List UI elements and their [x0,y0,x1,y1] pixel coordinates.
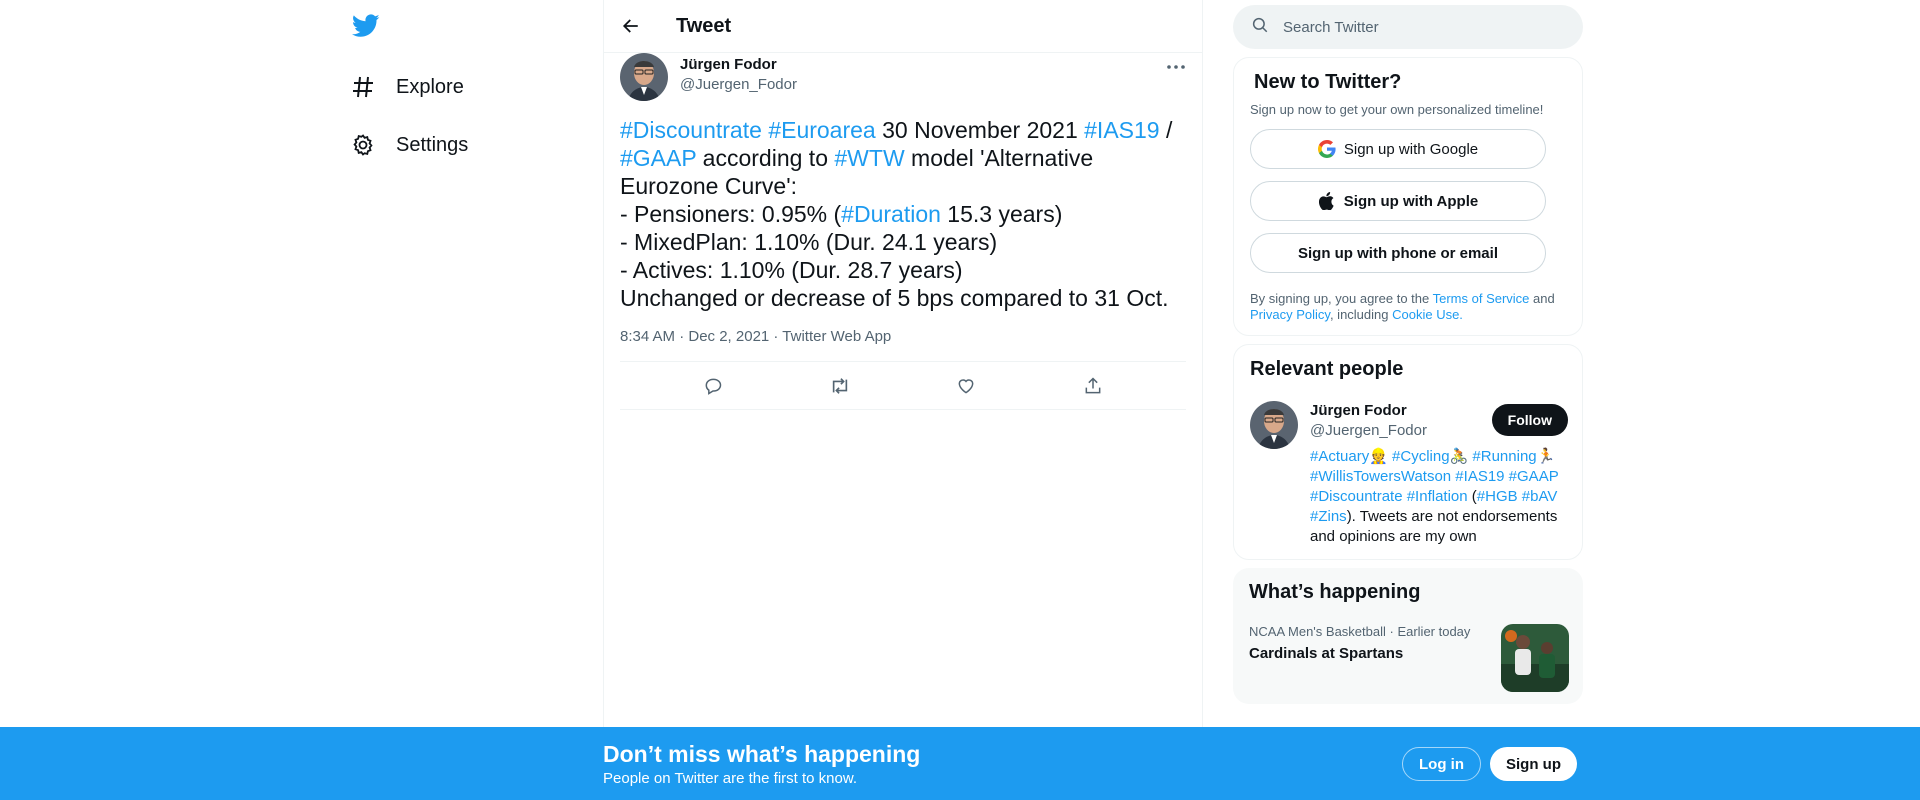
bio-text: ). Tweets are not endorsements [1346,508,1558,525]
signup-title: New to Twitter? [1254,71,1402,93]
bottom-bar-subtitle: People on Twitter are the first to know. [603,770,858,787]
retweet-icon[interactable] [828,374,852,398]
hashtag-link[interactable]: #WTW [834,145,904,171]
trend-meta: NCAA Men's Basketball · Earlier today [1249,624,1471,639]
gear-icon [350,132,376,158]
tweet: Jürgen Fodor @Juergen_Fodor #Discountrat… [604,53,1202,410]
back-arrow-icon[interactable] [620,15,642,37]
author-name[interactable]: Jürgen Fodor [680,55,797,75]
signup-apple-button[interactable]: Sign up with Apple [1250,181,1546,221]
trend-title: Cardinals at Spartans [1249,645,1404,662]
tweet-timestamp[interactable]: 8:34 AM · Dec 2, 2021 · Twitter Web App [620,328,1186,362]
reply-icon[interactable] [701,374,725,398]
signup-phone-button[interactable]: Sign up with phone or email [1250,233,1546,273]
hashtag-link[interactable]: #Discountrate [620,117,762,143]
trend-time: Earlier today [1397,624,1471,639]
trend-text: NCAA Men's Basketball · Earlier today Ca… [1249,624,1470,692]
nav-item-settings[interactable]: Settings [350,121,468,169]
hashtag-link[interactable]: #GAAP [620,145,696,171]
tweet-text-segment: model 'Alternative [904,145,1094,171]
tweet-text-segment: according to [696,145,835,171]
tweet-text-segment: Unchanged or decrease of 5 bps compared … [620,285,1169,311]
trend-image [1501,624,1569,692]
signup-card: New to Twitter? Sign up now to get your … [1233,57,1583,336]
tweet-author: Jürgen Fodor @Juergen_Fodor [620,53,1186,108]
terms-and: and [1529,291,1555,306]
nav-label: Explore [396,75,464,98]
trend-item[interactable]: NCAA Men's Basketball · Earlier today Ca… [1249,624,1569,692]
twitter-bird-icon[interactable] [351,14,382,40]
tweet-text-segment: - Pensioners: 0.95% ( [620,201,842,227]
main-column: Tweet Jürgen Fodor @Juergen_Fodor #Disco… [603,0,1203,800]
tweet-text-segment: 15.3 years) [940,201,1063,227]
tweet-text-line: - MixedPlan: 1.10% (Dur. 24.1 years) [620,228,1186,256]
avatar[interactable] [620,53,668,101]
tweet-text-segment: Eurozone Curve': [620,173,797,199]
like-icon[interactable] [954,374,978,398]
terms-prefix: By signing up, you agree to the [1250,291,1433,306]
nav-label: Settings [396,133,469,156]
cookie-link[interactable]: Cookie Use. [1392,307,1463,322]
search-input[interactable] [1283,18,1553,36]
hashtag-link[interactable]: #IAS19 [1084,117,1159,143]
bottom-bar-title: Don’t miss what’s happening [603,741,921,767]
privacy-link[interactable]: Privacy Policy [1250,307,1330,322]
share-icon[interactable] [1081,374,1105,398]
signup-google-button[interactable]: Sign up with Google [1250,129,1546,169]
tweet-text-line: Unchanged or decrease of 5 bps compared … [620,284,1186,312]
avatar[interactable] [1250,401,1298,449]
bio-text: ( [1467,488,1477,505]
tweet-actions [620,362,1186,410]
bio-hashtags[interactable]: #Actuary👷 #Cycling🚴 #Running🏃 [1310,448,1555,465]
tweet-text-line: #GAAP according to #WTW model 'Alternati… [620,144,1186,172]
bio-hashtags[interactable]: #WillisTowersWatson #IAS19 #GAAP [1310,468,1559,485]
bio-hashtags[interactable]: #Zins [1310,508,1347,525]
terms-link[interactable]: Terms of Service [1433,291,1530,306]
tweet-text-line: Eurozone Curve': [620,172,1186,200]
signup-subtitle: Sign up now to get your own personalized… [1250,102,1544,117]
tweet-text-line: #Discountrate #Euroarea 30 November 2021… [620,116,1186,144]
login-prompt-bar: Don’t miss what’s happening People on Tw… [0,727,1920,800]
person-bio: #Actuary👷 #Cycling🚴 #Running🏃 #WillisTow… [1310,447,1566,547]
follow-button[interactable]: Follow [1491,404,1568,436]
signup-phone-label: Sign up with phone or email [1297,244,1498,262]
right-sidebar: New to Twitter? Sign up now to get your … [1233,0,1583,704]
whats-happening-title: What’s happening [1249,581,1421,603]
tweet-text-line: - Pensioners: 0.95% (#Duration 15.3 year… [620,200,1186,228]
tweet-text-line: - Actives: 1.10% (Dur. 28.7 years) [620,256,1186,284]
search-box[interactable] [1233,5,1583,49]
tweet-text-segment: - MixedPlan: 1.10% (Dur. 24.1 years) [620,229,998,255]
relevant-person[interactable]: Jürgen Fodor @Juergen_Fodor #Actuary👷 #C… [1250,401,1568,547]
bio-hashtags[interactable]: #Discountrate #Inflation [1310,488,1468,505]
terms-including: , including [1329,307,1393,322]
hashtag-link[interactable]: #Euroarea [768,117,875,143]
bio-hashtags[interactable]: #HGB #bAV [1477,488,1558,505]
tweet-text-segment: / [1159,117,1173,143]
signup-button[interactable]: Sign up [1490,747,1577,781]
author-meta: Jürgen Fodor @Juergen_Fodor [680,55,797,95]
relevant-people-title: Relevant people [1250,358,1404,380]
google-icon [1317,140,1336,158]
page-title: Tweet [676,14,732,37]
signup-google-label: Sign up with Google [1343,140,1479,158]
search-icon [1251,16,1269,39]
signup-apple-label: Sign up with Apple [1343,192,1479,210]
nav-item-explore[interactable]: Explore [350,63,464,111]
whats-happening-card: What’s happening NCAA Men's Basketball ·… [1233,568,1583,704]
trend-category: NCAA Men's Basketball [1249,624,1386,639]
author-handle[interactable]: @Juergen_Fodor [680,75,797,95]
signup-terms: By signing up, you agree to the Terms of… [1250,291,1566,323]
apple-icon [1318,192,1336,210]
bio-text: and opinions are my own [1310,528,1477,545]
tweet-text-segment: - Actives: 1.10% (Dur. 28.7 years) [620,257,963,283]
hashtag-link[interactable]: #Duration [841,201,941,227]
more-options-icon[interactable] [1166,57,1186,77]
login-button[interactable]: Log in [1402,747,1481,781]
relevant-people-card: Relevant people Jürgen Fodor @Juergen_Fo… [1233,344,1583,560]
tweet-text-segment: 30 November 2021 [875,117,1085,143]
hashtag-icon [350,74,376,100]
tweet-text: #Discountrate #Euroarea 30 November 2021… [620,116,1186,312]
page-header: Tweet [604,0,1202,53]
